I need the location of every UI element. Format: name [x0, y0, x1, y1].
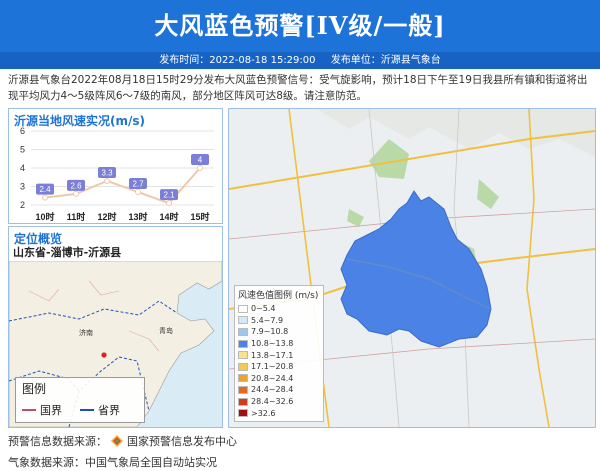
- data-point: [197, 165, 203, 171]
- legend-item-province-border: 省界: [80, 402, 120, 418]
- color-legend-label: 7.9~10.8: [251, 327, 289, 337]
- color-legend-label: >32.6: [251, 408, 276, 418]
- data-label: 3.3: [101, 168, 113, 177]
- color-legend-row: 28.4~32.6: [238, 396, 320, 408]
- color-swatch: [238, 316, 248, 325]
- publish-info-bar: 发布时间：2022-08-18 15:29:00 发布单位：沂源县气象台: [0, 52, 600, 69]
- x-tick-label: 14时: [159, 211, 178, 222]
- y-tick-label: 5: [20, 145, 25, 155]
- data-point: [166, 200, 172, 207]
- legend-label: 国界: [40, 404, 62, 417]
- svg-text:青岛: 青岛: [159, 326, 173, 335]
- province-border-swatch: [80, 409, 94, 411]
- color-legend-label: 0~5.4: [251, 304, 276, 314]
- y-tick-label: 4: [20, 163, 25, 173]
- color-legend-label: 28.4~32.6: [251, 397, 294, 407]
- legend-label: 省界: [98, 404, 120, 417]
- color-legend-list: 0~5.4 5.4~7.9 7.9~10.8 10.8~13.8 13.8~17.1 17…: [238, 303, 320, 419]
- data-label: 4: [198, 156, 203, 165]
- location-panel: 定位概览 山东省-淄博市-沂源县 济南 青岛 图例 国界 省界: [8, 226, 223, 428]
- page-title: 大风蓝色预警[IV级/一般]: [154, 11, 446, 40]
- color-legend-label: 17.1~20.8: [251, 362, 294, 372]
- y-tick-label: 2: [20, 200, 25, 210]
- color-swatch: [238, 339, 248, 348]
- legend-title: 图例: [22, 382, 47, 396]
- data-label: 2.4: [39, 185, 51, 194]
- warning-description: 沂源县气象台2022年08月18日15时29分发布大风蓝色预警信号：受气旋影响，…: [8, 74, 588, 102]
- color-swatch: [238, 385, 248, 394]
- color-swatch: [238, 397, 248, 406]
- warning-source-line: 预警信息数据来源： 国家预警信息发布中心: [8, 433, 237, 449]
- map-legend: 图例 国界 省界: [15, 377, 145, 423]
- main-map[interactable]: 风速色值图例 (m/s) 0~5.4 5.4~7.9 7.9~10.8 10.8~13…: [228, 108, 596, 428]
- color-legend-label: 20.8~24.4: [251, 373, 294, 383]
- color-swatch: [238, 304, 248, 313]
- x-tick-label: 13时: [128, 211, 147, 222]
- color-swatch: [238, 351, 248, 360]
- data-point: [104, 177, 110, 184]
- wind-color-legend: 风速色值图例 (m/s) 0~5.4 5.4~7.9 7.9~10.8 10.8~13…: [234, 285, 324, 422]
- weather-source-line: 气象数据来源：中国气象局全国自动站实况: [8, 456, 217, 469]
- data-label: 2.7: [132, 180, 144, 189]
- color-legend-row: 17.1~20.8: [238, 361, 320, 373]
- color-legend-row: >32.6: [238, 407, 320, 419]
- color-legend-row: 20.8~24.4: [238, 373, 320, 385]
- data-label: 2.1: [163, 191, 175, 200]
- header-bar: 大风蓝色预警[IV级/一般]: [0, 0, 600, 52]
- warning-source-label: 预警信息数据来源：: [8, 435, 107, 448]
- x-tick-label: 11时: [67, 211, 86, 222]
- color-legend-row: 13.8~17.1: [238, 349, 320, 361]
- color-legend-title: 风速色值图例 (m/s): [238, 291, 319, 301]
- diamond-logo-icon: [111, 435, 123, 447]
- legend-item-national-border: 国界: [22, 402, 62, 418]
- color-swatch: [238, 409, 248, 418]
- x-tick-label: 10时: [35, 211, 54, 222]
- wind-speed-chart-panel: 沂源当地风速实况(m/s) 2 3 4 5 6 2.4 10时 2.6 11时 3.3 12时 2.7…: [8, 108, 223, 224]
- data-point: [135, 189, 141, 196]
- color-legend-label: 24.4~28.4: [251, 385, 294, 395]
- color-legend-label: 10.8~13.8: [251, 339, 294, 349]
- color-legend-row: 10.8~13.8: [238, 338, 320, 350]
- y-tick-label: 3: [20, 182, 25, 192]
- publish-time: 发布时间：2022-08-18 15:29:00: [159, 55, 316, 66]
- color-legend-label: 5.4~7.9: [251, 315, 284, 325]
- color-swatch: [238, 374, 248, 383]
- svg-text:济南: 济南: [79, 328, 93, 337]
- publisher: 发布单位：沂源县气象台: [330, 55, 441, 66]
- overview-map[interactable]: 济南 青岛 图例 国界 省界: [9, 261, 222, 427]
- color-legend-row: 7.9~10.8: [238, 326, 320, 338]
- y-tick-label: 6: [20, 126, 25, 136]
- color-swatch: [238, 327, 248, 336]
- color-legend-row: 24.4~28.4: [238, 384, 320, 396]
- location-path: 山东省-淄博市-沂源县: [13, 246, 122, 259]
- warning-source[interactable]: 国家预警信息发布中心: [127, 433, 237, 449]
- data-point: [42, 194, 48, 201]
- national-border-swatch: [22, 409, 36, 411]
- color-legend-row: 5.4~7.9: [238, 315, 320, 327]
- data-label: 2.6: [70, 181, 82, 190]
- data-point: [73, 190, 79, 197]
- color-swatch: [238, 362, 248, 371]
- x-tick-label: 12时: [97, 211, 116, 222]
- x-tick-label: 15时: [190, 211, 209, 222]
- color-legend-row: 0~5.4: [238, 303, 320, 315]
- location-marker: [101, 352, 107, 358]
- wind-speed-chart: 2 3 4 5 6 2.4 10时 2.6 11时 3.3 12时 2.7 13时 2.1 14时 4 15时: [20, 126, 214, 222]
- color-legend-label: 13.8~17.1: [251, 350, 294, 360]
